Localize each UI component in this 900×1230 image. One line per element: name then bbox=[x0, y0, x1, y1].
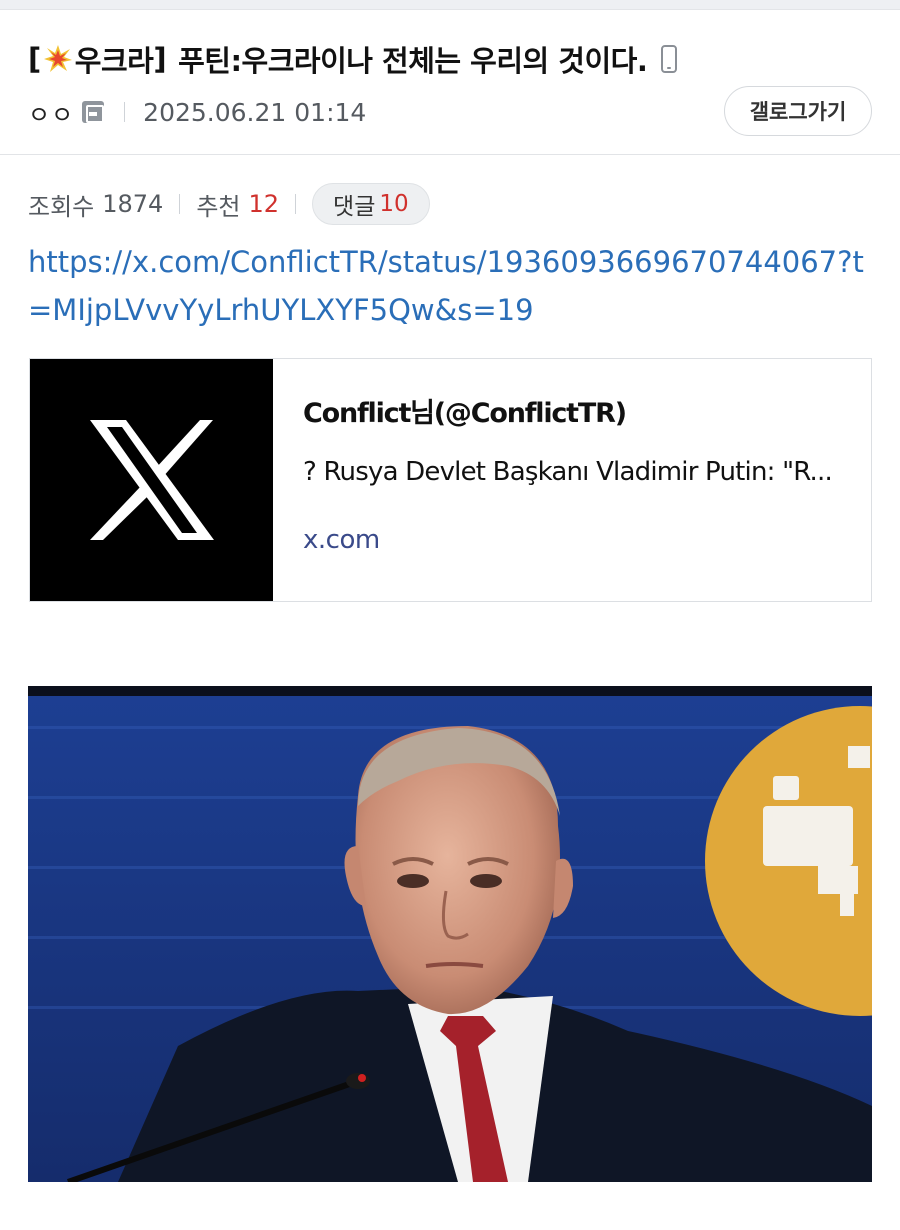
meta-divider bbox=[124, 102, 126, 122]
title-bracket-open: [ bbox=[28, 42, 41, 76]
gallog-button[interactable]: 갤로그가기 bbox=[724, 86, 872, 136]
views-count: 1874 bbox=[102, 190, 164, 218]
header-divider bbox=[0, 154, 900, 155]
post-date: 2025.06.21 01:14 bbox=[143, 97, 367, 127]
link-preview-thumbnail bbox=[30, 359, 273, 601]
title-bracket-close: ] bbox=[153, 42, 167, 76]
recommend-count: 12 bbox=[248, 190, 280, 218]
top-border bbox=[0, 0, 900, 10]
link-preview-description: ? Rusya Devlet Başkanı Vladimir Putin: "… bbox=[303, 457, 833, 487]
post-image[interactable] bbox=[28, 686, 872, 1182]
x-logo-icon bbox=[89, 420, 214, 540]
link-preview-domain: x.com bbox=[303, 525, 380, 555]
link-preview-title[interactable]: Conflict님(@ConflictTR) bbox=[303, 391, 841, 431]
stats-divider bbox=[179, 194, 181, 214]
comments-button[interactable]: 댓글 10 bbox=[312, 183, 430, 225]
post-category[interactable]: 우크라 bbox=[75, 38, 154, 80]
fixed-nick-icon bbox=[82, 101, 105, 123]
post-photo bbox=[28, 686, 872, 1182]
post-title-text: 푸틴:우크라이나 전체는 우리의 것이다. bbox=[178, 44, 648, 78]
comments-label: 댓글 bbox=[333, 194, 376, 220]
stats-divider bbox=[295, 194, 297, 214]
post-meta: ㅇㅇ 2025.06.21 01:14 갤로그가기 bbox=[28, 86, 872, 136]
burst-icon bbox=[43, 45, 72, 72]
recommend-label: 추천 bbox=[196, 192, 241, 221]
comments-count: 10 bbox=[379, 191, 409, 217]
link-preview-body: Conflict님(@ConflictTR) ? Rusya Devlet Ba… bbox=[273, 359, 871, 601]
views-label: 조회수 bbox=[28, 192, 95, 221]
post-link[interactable]: https://x.com/ConflictTR/status/19360936… bbox=[28, 238, 878, 334]
author-nickname[interactable]: ㅇㅇ bbox=[28, 95, 74, 130]
link-preview-card[interactable]: Conflict님(@ConflictTR) ? Rusya Devlet Ba… bbox=[29, 358, 872, 602]
post-title: [ 우크라 ] 푸틴:우크라이나 전체는 우리의 것이다. bbox=[28, 36, 878, 82]
post-stats: 조회수 1874 추천 12 댓글 10 bbox=[28, 183, 430, 225]
mobile-phone-icon bbox=[661, 45, 678, 73]
